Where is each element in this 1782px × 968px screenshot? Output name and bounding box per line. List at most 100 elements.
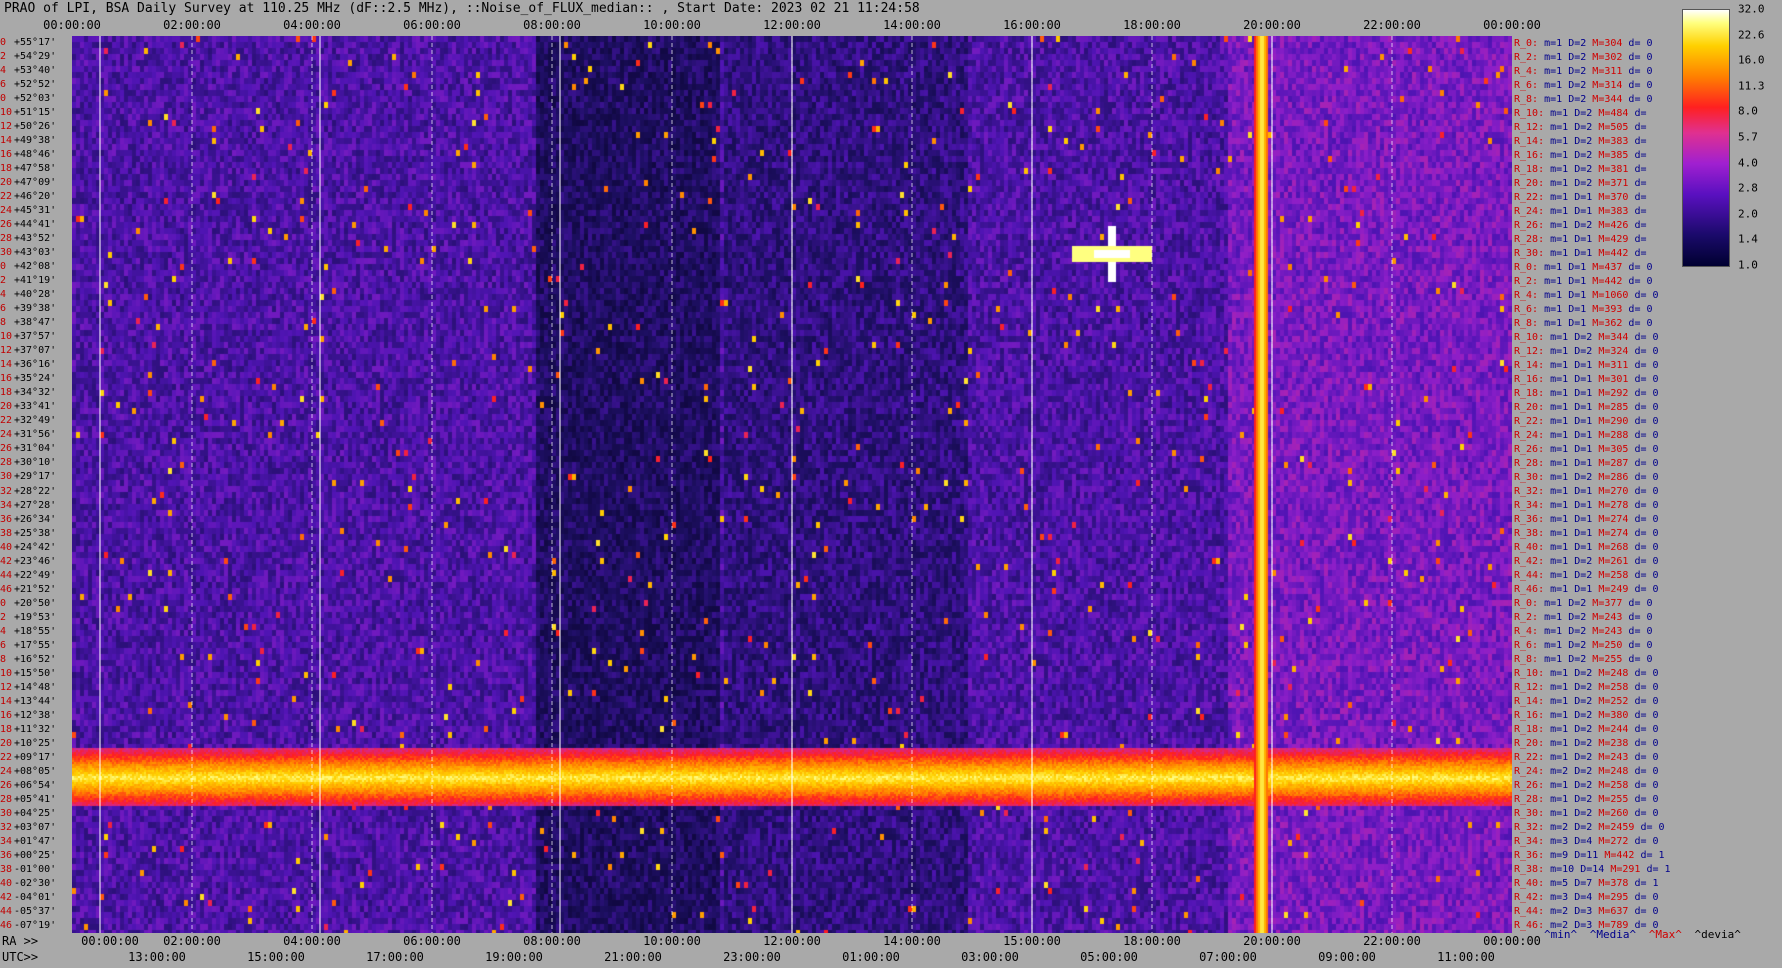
dec-label: 30 +29°17' [0, 472, 56, 482]
dec-row-index: 36 [0, 513, 13, 525]
utc-tick-label: 07:00:00 [1199, 950, 1257, 964]
stat-field: M=311 [1592, 65, 1629, 77]
dec-label: 32 +28°22' [0, 486, 56, 497]
stat-field: d= 0 [1634, 457, 1659, 469]
dec-label: 26 +06°54' [0, 779, 57, 791]
stat-field: R_6: [1514, 640, 1545, 652]
stat-field: d= 1 [1646, 864, 1671, 876]
stat-field: D=2 [1574, 668, 1599, 680]
stat-row: R_24: m=2 D=2 M=248 d= 0 [1514, 766, 1659, 777]
stat-field: M=324 [1598, 345, 1635, 357]
dec-value: -04°01' [14, 891, 57, 903]
stat-field: D=2 [1568, 65, 1593, 77]
stat-row: R_22: m=1 D=1 M=290 d= 0 [1514, 416, 1659, 427]
stat-field: m=1 [1550, 233, 1575, 245]
stat-field: R_40: [1514, 542, 1551, 554]
dec-row-index: 22 [0, 191, 13, 203]
stat-field: R_30: [1514, 247, 1551, 259]
ra-tick-label: 10:00:00 [643, 934, 701, 948]
colorbar [1682, 9, 1730, 267]
dec-row-index: 34 [0, 499, 13, 511]
stat-field: R_8: [1514, 93, 1545, 105]
stat-field: m=1 [1550, 345, 1575, 357]
stat-field: D=1 [1574, 584, 1599, 596]
utc-tick-label: 01:00:00 [842, 950, 900, 964]
dec-value: +11°32' [14, 723, 57, 735]
stat-field: D=2 [1574, 738, 1599, 750]
stat-field: M=1060 [1592, 289, 1635, 301]
legend-max: ^Max^ [1648, 928, 1682, 941]
dec-value: +48°46' [14, 149, 57, 161]
dec-value: +06°54' [14, 779, 57, 791]
stat-row: R_28: m=1 D=1 M=287 d= 0 [1514, 458, 1659, 469]
stat-field: D=1 [1568, 317, 1593, 329]
stat-row: R_14: m=1 D=1 M=311 d= 0 [1514, 360, 1659, 371]
stat-field: m=1 [1544, 303, 1569, 315]
stat-field: R_42: [1514, 556, 1551, 568]
dec-value: -07°19' [14, 919, 57, 931]
stat-field: m=1 [1550, 457, 1575, 469]
dec-row-index: 0 [0, 597, 7, 609]
dec-label: 20 +47°09' [0, 178, 56, 188]
stat-field: m=3 [1550, 836, 1575, 848]
dec-value: +39°38' [14, 303, 57, 315]
stat-field: D=3 [1574, 906, 1599, 918]
stat-field: D=1 [1568, 275, 1593, 287]
stat-field: M=442 [1604, 850, 1641, 862]
top-tick-label: 02:00:00 [163, 18, 221, 32]
stat-field: M=252 [1598, 696, 1635, 708]
stat-field: m=1 [1550, 107, 1575, 119]
stat-field: R_26: [1514, 780, 1551, 792]
dec-row-index: 22 [0, 415, 13, 427]
dec-row-index: 18 [0, 723, 13, 735]
dec-row-index: 32 [0, 821, 13, 833]
stat-field: R_16: [1514, 710, 1551, 722]
stat-row: R_14: m=1 D=2 M=252 d= 0 [1514, 696, 1659, 707]
dec-row-index: 20 [0, 737, 13, 749]
stat-field: m=1 [1550, 738, 1575, 750]
stat-field: D=4 [1574, 892, 1599, 904]
stat-field: R_18: [1514, 163, 1551, 175]
stat-field: R_14: [1514, 359, 1551, 371]
stat-field: M=381 [1598, 163, 1635, 175]
top-tick-label: 16:00:00 [1003, 18, 1061, 32]
dec-label: 44 -05°37' [0, 905, 57, 917]
dec-row-index: 28 [0, 233, 13, 245]
stat-field: D=2 [1574, 135, 1599, 147]
stat-field: d= 0 [1628, 317, 1653, 329]
dec-label: 46 -07°19' [0, 919, 57, 931]
stat-field: d= 0 [1634, 682, 1659, 694]
dec-value: -05°37' [14, 905, 57, 917]
stat-row: R_12: m=1 D=2 M=505 d= [1514, 122, 1646, 133]
stat-row: R_0: m=1 D=2 M=304 d= 0 [1514, 38, 1653, 49]
dec-row-index: 20 [0, 177, 13, 189]
stat-row: R_16: m=1 D=2 M=380 d= 0 [1514, 710, 1659, 721]
stat-field: D=2 [1574, 471, 1599, 483]
stat-row: R_10: m=1 D=2 M=248 d= 0 [1514, 668, 1659, 679]
stat-row: R_2: m=1 D=2 M=243 d= 0 [1514, 612, 1653, 623]
stat-field: m=3 [1550, 892, 1575, 904]
stat-field: d= 0 [1634, 443, 1659, 455]
stat-field: D=2 [1574, 794, 1599, 806]
stat-field: D=2 [1574, 219, 1599, 231]
stat-field: D=1 [1574, 500, 1599, 512]
stat-row: R_18: m=1 D=2 M=381 d= [1514, 164, 1646, 175]
dec-value: +32°49' [14, 415, 57, 427]
stat-field: R_36: [1514, 514, 1551, 526]
colorbar-tick: 2.8 [1738, 181, 1758, 195]
stat-field: D=1 [1574, 457, 1599, 469]
utc-axis-prefix: UTC>> [2, 950, 39, 964]
dec-value: +08°05' [14, 765, 57, 777]
stat-row: R_8: m=1 D=1 M=362 d= 0 [1514, 318, 1653, 329]
stat-field: R_6: [1514, 303, 1545, 315]
stat-field: D=2 [1574, 696, 1599, 708]
stat-field: m=1 [1550, 191, 1575, 203]
stat-field: D=2 [1568, 93, 1593, 105]
dec-label: 30 +04°25' [0, 808, 56, 819]
stat-field: D=1 [1574, 205, 1599, 217]
dec-label: 0 +42°08' [0, 262, 56, 272]
stat-field: m=1 [1550, 205, 1575, 217]
stat-field: M=285 [1598, 401, 1635, 413]
stat-field: D=1 [1568, 289, 1593, 301]
top-tick-label: 18:00:00 [1123, 18, 1181, 32]
